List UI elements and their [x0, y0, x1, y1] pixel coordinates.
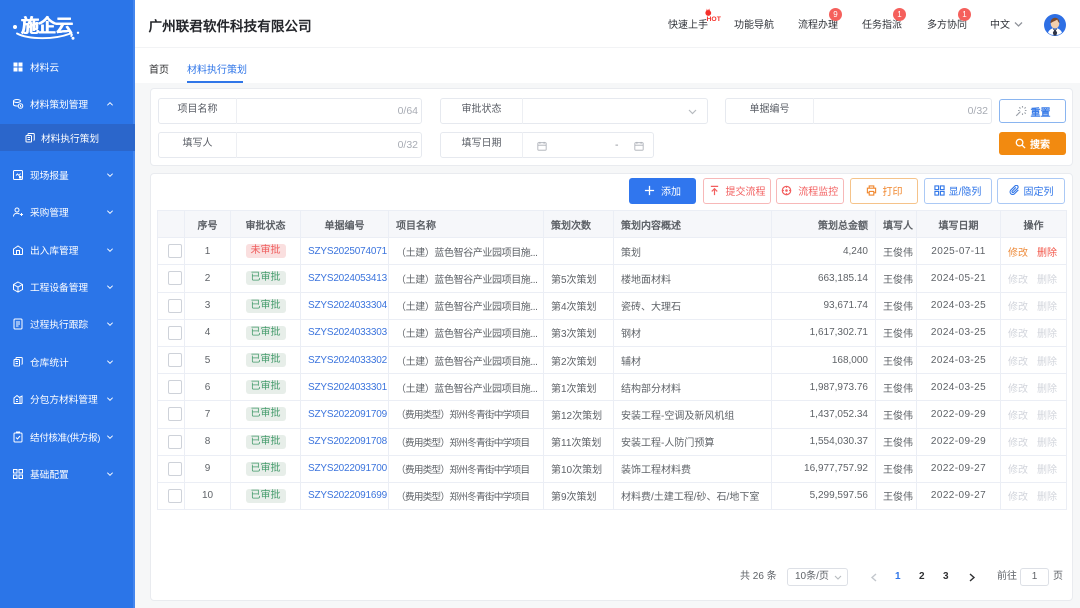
svg-text:HOT: HOT: [707, 16, 722, 22]
